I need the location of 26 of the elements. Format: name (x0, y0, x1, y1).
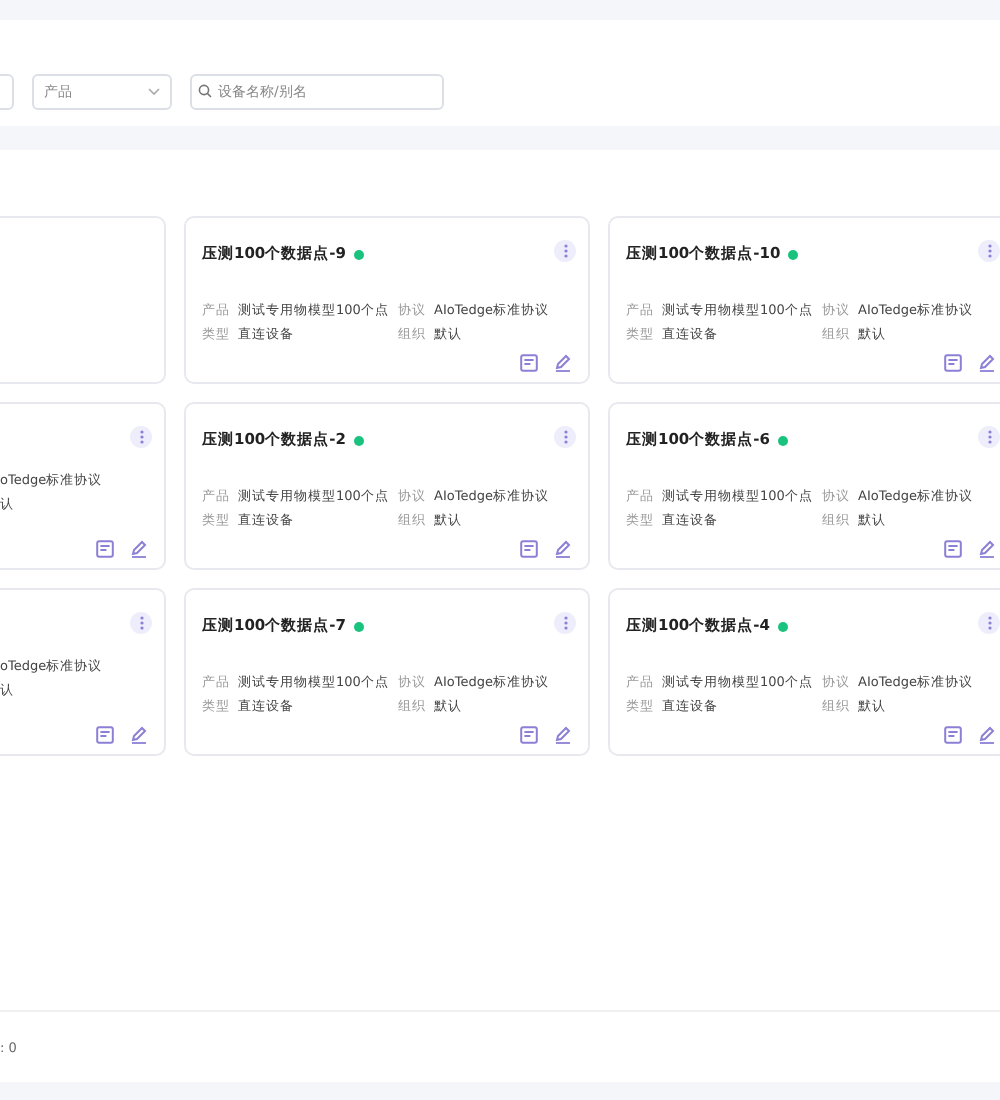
note-icon[interactable] (96, 540, 114, 558)
edit-icon[interactable] (978, 354, 996, 372)
more-menu-button[interactable] (554, 240, 576, 262)
edit-icon[interactable] (978, 540, 996, 558)
note-icon[interactable] (944, 726, 962, 744)
more-menu-button[interactable] (554, 612, 576, 634)
edit-icon[interactable] (978, 726, 996, 744)
more-menu-button[interactable] (130, 426, 152, 448)
note-icon[interactable] (96, 726, 114, 744)
edit-icon[interactable] (130, 540, 148, 558)
note-icon[interactable] (520, 540, 538, 558)
more-menu-button[interactable] (978, 612, 1000, 634)
chevron-down-icon (148, 88, 160, 96)
edit-icon[interactable] (554, 540, 572, 558)
more-menu-button[interactable] (978, 426, 1000, 448)
note-icon[interactable] (944, 540, 962, 558)
note-icon[interactable] (520, 726, 538, 744)
note-icon[interactable] (944, 354, 962, 372)
more-menu-button[interactable] (554, 426, 576, 448)
edit-icon[interactable] (130, 726, 148, 744)
select-field[interactable] (0, 74, 14, 110)
more-menu-button[interactable] (130, 612, 152, 634)
edit-icon[interactable] (554, 354, 572, 372)
edit-icon[interactable] (554, 726, 572, 744)
note-icon[interactable] (520, 354, 538, 372)
more-menu-button[interactable] (978, 240, 1000, 262)
